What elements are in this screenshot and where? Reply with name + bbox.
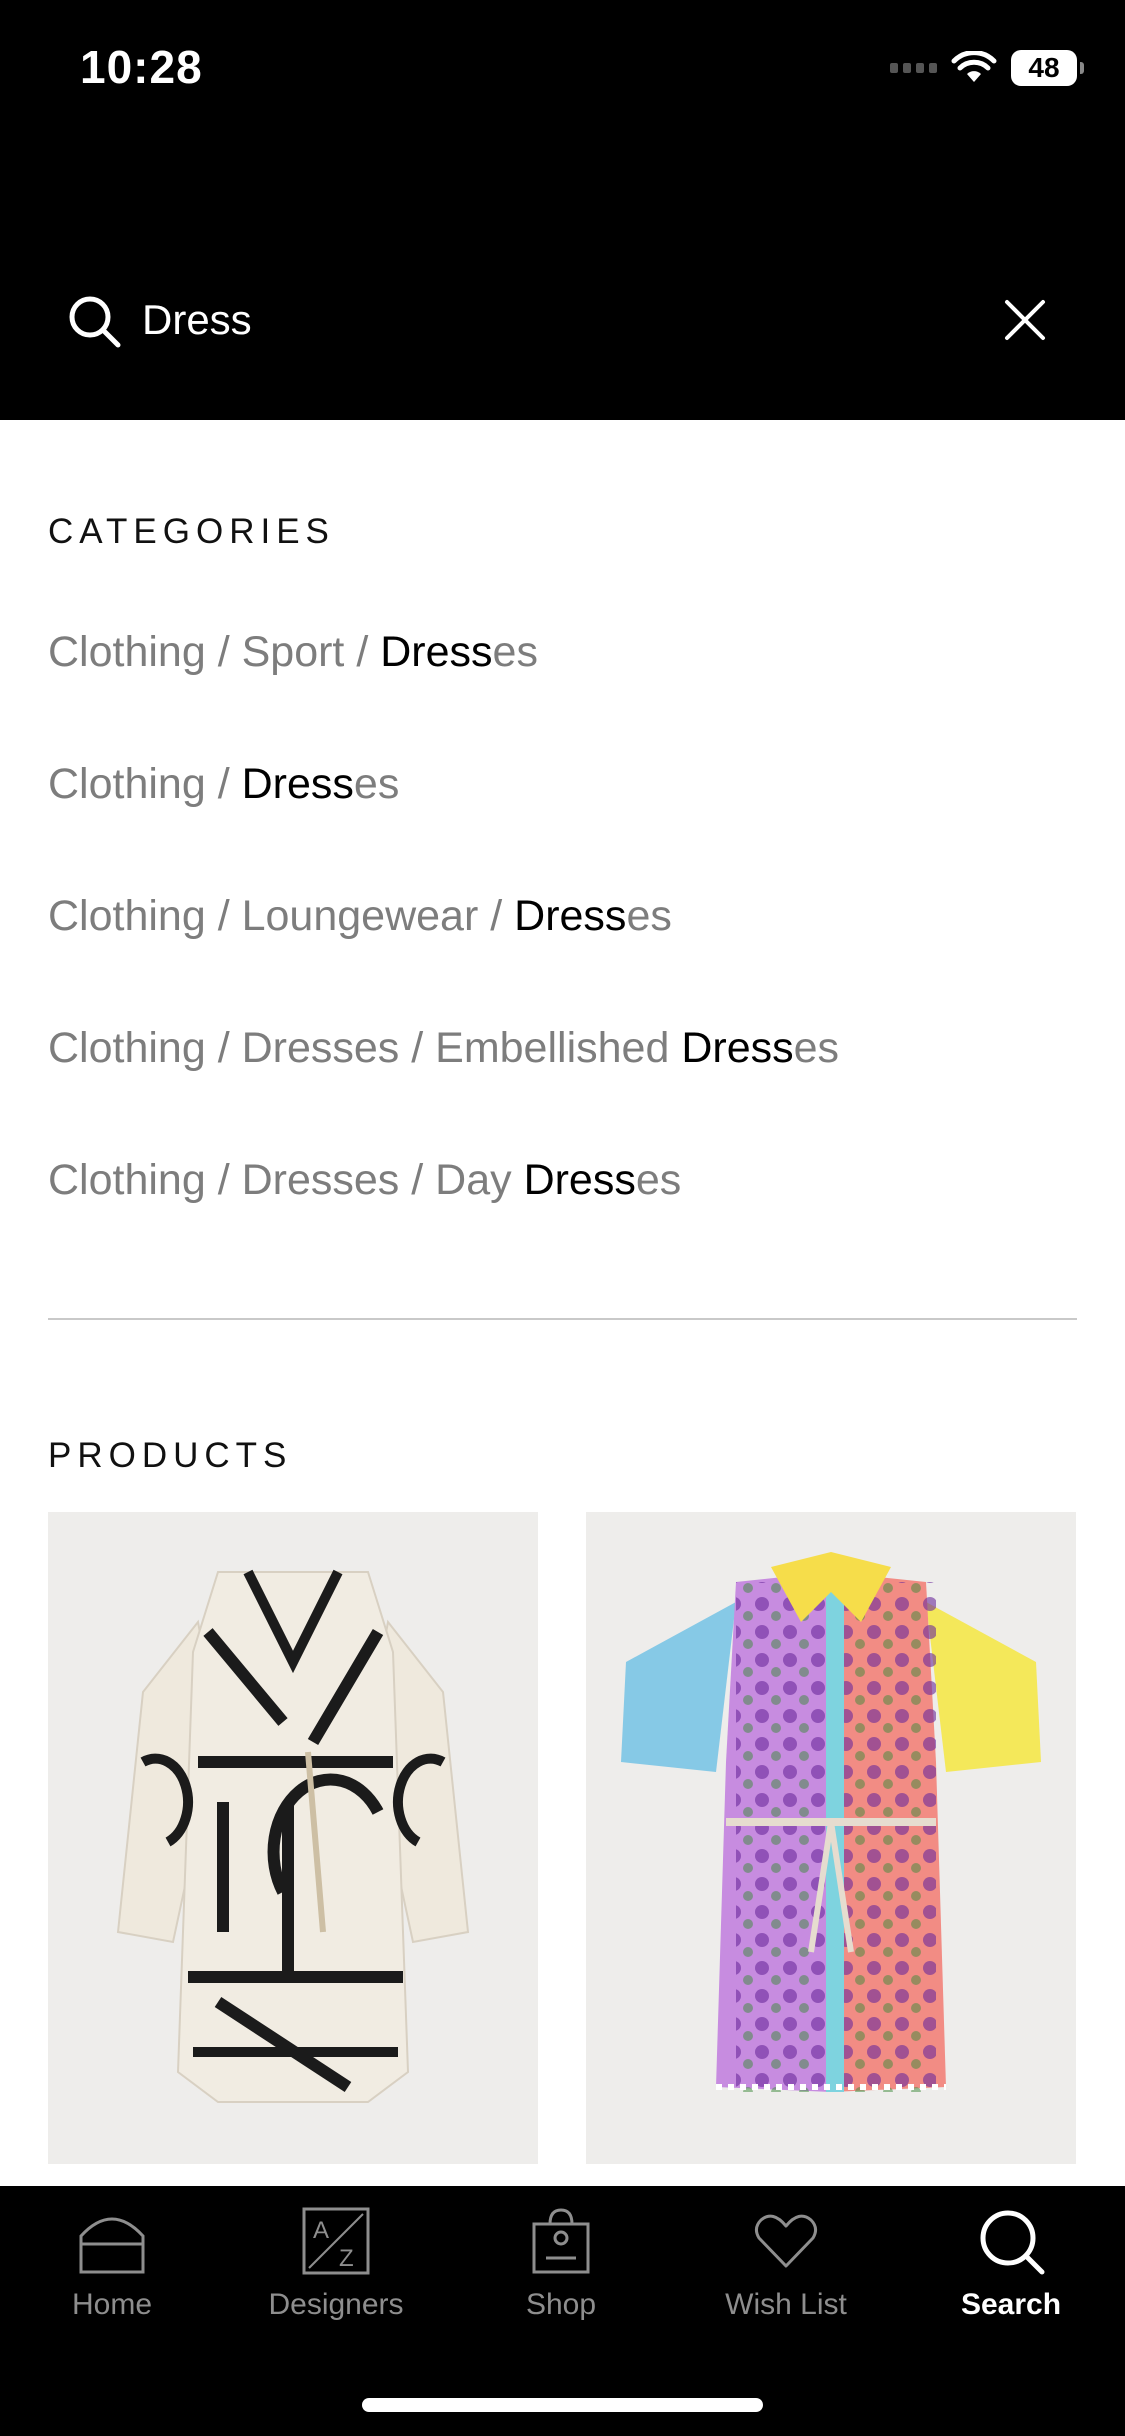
tab-shop-label: Shop [525,2288,597,2321]
category-item[interactable]: Clothing / Dresses / Embellished Dresses [48,1024,839,1073]
tab-wish-list-label: Wish List [725,2288,847,2321]
home-indicator[interactable] [362,2398,763,2412]
category-item[interactable]: Clothing / Dresses / Day Dresses [48,1156,681,1205]
category-path: Clothing / Dresses / Embellished [48,1024,682,1072]
home-icon [79,2217,145,2274]
category-suffix: es [793,1024,840,1072]
category-item[interactable]: Clothing / Sport / Dresses [48,628,538,677]
designers-az-icon: A Z [302,2207,370,2275]
category-suffix: es [353,760,400,808]
search-icon [69,296,121,348]
heart-icon [754,2214,818,2268]
category-match: Dress [514,892,627,940]
category-suffix: es [635,1156,682,1204]
category-path: Clothing / Sport / [48,628,381,676]
tab-shop[interactable]: Shop [451,2206,671,2356]
search-icon [980,2210,1045,2275]
product-card[interactable] [586,1512,1076,2164]
search-input[interactable] [142,285,942,355]
category-item[interactable]: Clothing / Loungewear / Dresses [48,892,672,941]
close-icon[interactable] [1000,295,1050,345]
product-image-floral-dress [621,1552,1041,2092]
category-path: Clothing / Loungewear / [48,892,515,940]
category-match: Dress [681,1024,794,1072]
tab-home[interactable]: Home [2,2206,222,2356]
categories-heading: CATEGORIES [48,512,335,551]
status-time: 10:28 [80,41,203,93]
category-path: Clothing / Dresses / Day [48,1156,524,1204]
tab-wish-list[interactable]: Wish List [676,2206,896,2356]
battery-icon: 48 [1011,50,1084,86]
category-match: Dress [523,1156,636,1204]
search-header: 10:28 48 [0,0,1125,420]
category-item[interactable]: Clothing / Dresses [48,760,399,809]
tab-designers[interactable]: A Z Designers [226,2206,446,2356]
tab-search-label: Search [960,2288,1062,2321]
svg-text:A: A [313,2217,329,2244]
products-heading: PRODUCTS [48,1436,293,1475]
shop-bag-icon [532,2208,590,2274]
section-divider [48,1318,1077,1320]
product-image-monogram-dress [116,1569,470,2103]
tab-home-label: Home [71,2288,153,2321]
category-suffix: es [492,628,538,676]
product-card[interactable] [48,1512,538,2164]
tab-search[interactable]: Search [901,2206,1121,2356]
status-icons: 48 [890,48,1084,88]
cellular-signal-icon [890,63,937,73]
tab-designers-label: Designers [268,2288,404,2321]
category-suffix: es [626,892,672,940]
category-path: Clothing / [48,760,242,808]
search-bar [0,285,1125,355]
category-match: Dress [380,628,493,676]
wifi-icon [951,51,997,82]
svg-text:Z: Z [339,2245,354,2272]
category-match: Dress [241,760,354,808]
